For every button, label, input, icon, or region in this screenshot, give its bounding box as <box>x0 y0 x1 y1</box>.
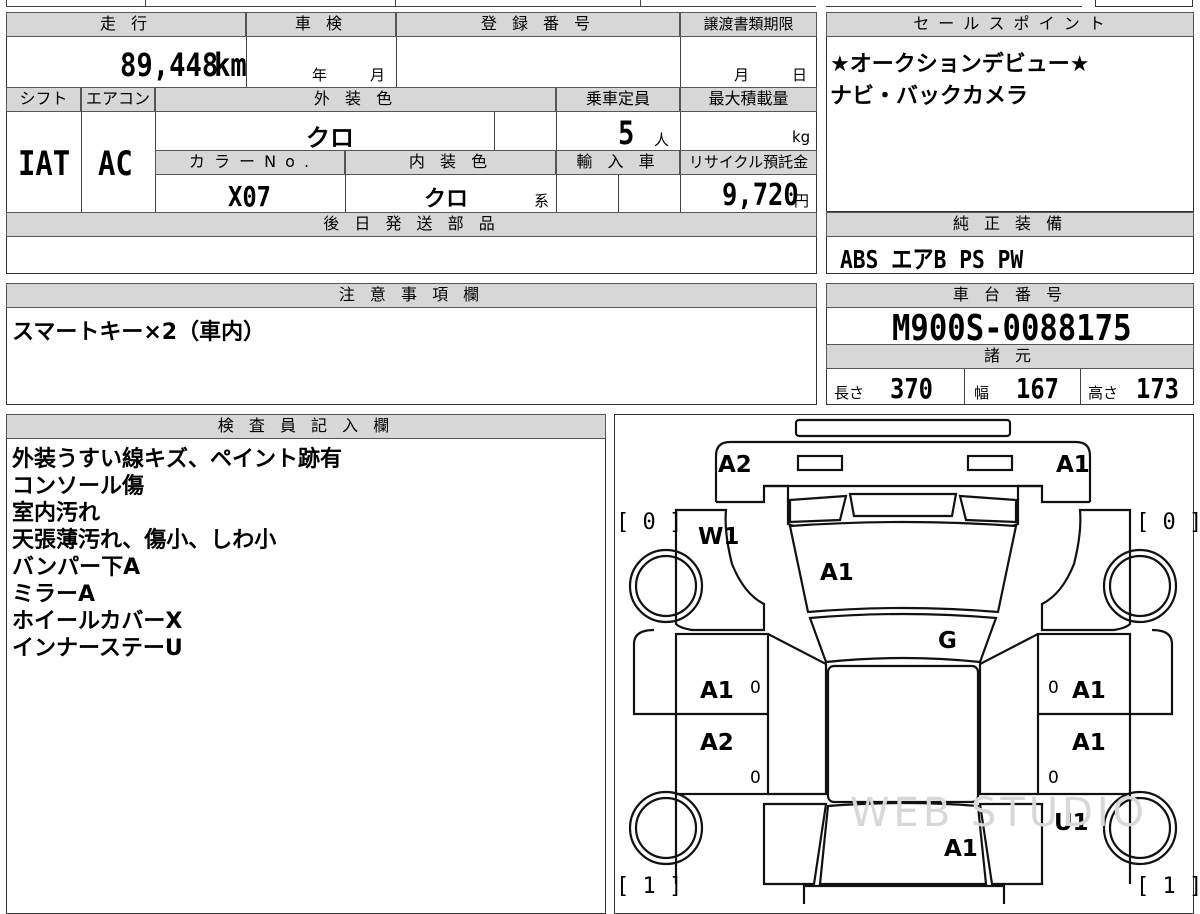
sales-point-box <box>826 12 1194 212</box>
inspector-header: 検 査 員 記 入 欄 <box>6 414 606 439</box>
import-header: 輸 入 車 <box>556 150 680 175</box>
max-load-unit: kg <box>792 128 811 146</box>
mileage-value: 89,448 <box>120 46 219 84</box>
length-value: 370 <box>890 372 933 405</box>
height-label: 高さ <box>1088 384 1119 402</box>
capacity-header: 乗車定員 <box>556 87 680 112</box>
interior-color-header: 内 装 色 <box>345 150 556 175</box>
mileage-unit: km <box>214 46 247 84</box>
handle-mark: 0 <box>750 768 761 788</box>
inspection-year-label: 年 <box>312 66 328 84</box>
transfer-day-label: 日 <box>792 66 808 84</box>
rear-grade: A1 <box>944 836 978 862</box>
watermark: WEB STUDIO <box>850 790 1149 836</box>
width-value: 167 <box>1016 372 1059 405</box>
exterior-color-value: クロ <box>306 124 354 152</box>
ac-value: AC <box>98 144 133 184</box>
recycle-fee-value: 9,720 <box>722 178 799 213</box>
equipment-value: ABS エアB PS PW <box>840 245 1024 274</box>
handle-mark: 0 <box>1048 768 1059 788</box>
inspection-month-label: 月 <box>370 66 386 84</box>
max-load-header: 最大積載量 <box>680 87 817 112</box>
color-no-header: カ ラ ー N o . <box>155 150 345 175</box>
capacity-value: 5 <box>618 114 635 152</box>
windshield-grade: G <box>938 628 957 654</box>
later-parts-header: 後 日 発 送 部 品 <box>6 212 817 237</box>
notes-header: 注 意 事 項 欄 <box>6 283 817 308</box>
length-label: 長さ <box>834 384 865 402</box>
tire-rear-left: [ 1 ] <box>616 874 683 899</box>
fender-left-grade: W1 <box>698 524 740 550</box>
exterior-color-header: 外 装 色 <box>155 87 556 112</box>
handle-mark: 0 <box>1048 678 1059 698</box>
front-left-door-grade: A1 <box>700 678 734 704</box>
front-right-grade: A1 <box>1056 452 1090 478</box>
recycle-fee-unit: 円 <box>794 192 810 210</box>
front-left-grade: A2 <box>718 452 752 478</box>
spec-header: 諸 元 <box>826 344 1194 369</box>
mileage-header: 走 行 <box>6 12 246 37</box>
rear-left-door-grade: A2 <box>700 730 734 756</box>
sales-point-line-1: ★オークションデビュー★ <box>830 52 1090 77</box>
shift-header: シフト <box>6 87 81 112</box>
notes-value: スマートキー×2（車内） <box>12 320 266 345</box>
handle-mark: 0 <box>750 678 761 698</box>
shift-value: IAT <box>18 144 71 184</box>
chassis-header: 車 台 番 号 <box>826 283 1194 308</box>
ac-header: エアコン <box>81 87 155 112</box>
width-label: 幅 <box>974 384 990 402</box>
color-no-value: X07 <box>228 180 271 213</box>
capacity-unit: 人 <box>654 131 670 149</box>
height-value: 173 <box>1136 372 1179 405</box>
recycle-header: リサイクル預託金 <box>680 150 817 175</box>
inspection-header: 車 検 <box>246 12 396 37</box>
equipment-header: 純 正 装 備 <box>826 212 1194 237</box>
sales-point-header: セ ー ル ス ポ イ ン ト <box>826 12 1194 37</box>
sales-point-line-2: ナビ・バックカメラ <box>830 84 1029 109</box>
hood-grade: A1 <box>820 560 854 586</box>
tire-rear-right: [ 1 ] <box>1136 874 1200 899</box>
transfer-deadline-header: 譲渡書類期限 <box>680 12 817 37</box>
interior-color-suffix: 系 <box>534 192 550 210</box>
rear-right-door-grade: A1 <box>1072 730 1106 756</box>
transfer-month-label: 月 <box>734 66 750 84</box>
interior-color-value: クロ <box>424 187 469 212</box>
chassis-number: M900S-0088175 <box>892 308 1132 349</box>
inspector-line: インナーステーU <box>12 636 183 661</box>
tire-front-left: [ 0 ] <box>616 510 683 535</box>
registration-header: 登 録 番 号 <box>396 12 680 37</box>
tire-front-right: [ 0 ] <box>1136 510 1200 535</box>
front-right-door-grade: A1 <box>1072 678 1106 704</box>
